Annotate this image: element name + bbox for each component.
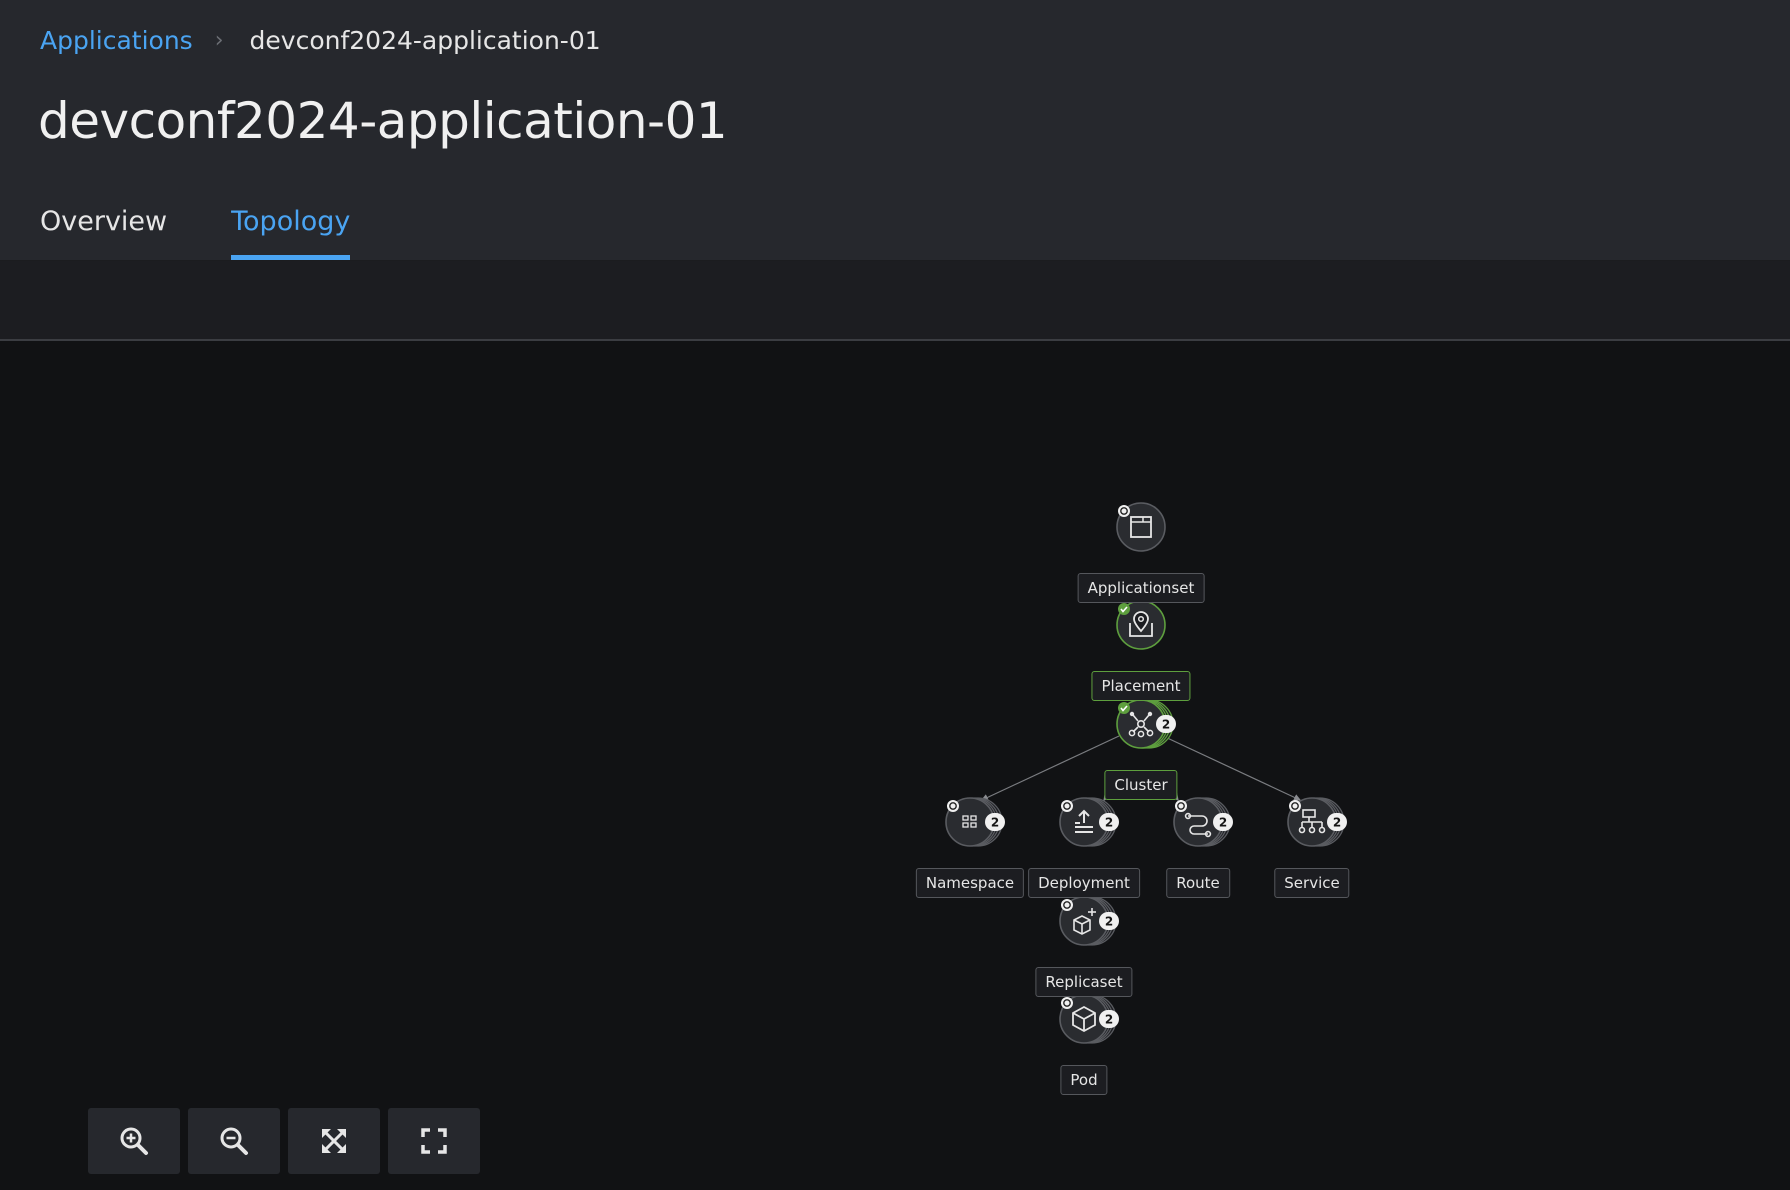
chevron-right-icon: › bbox=[214, 27, 224, 53]
node-count: 2 bbox=[1105, 816, 1113, 830]
node-label-replicaset[interactable]: Replicaset bbox=[1035, 967, 1133, 997]
node-count: 2 bbox=[1333, 816, 1341, 830]
fit-to-screen-button[interactable] bbox=[288, 1108, 380, 1174]
topology-graph: 2 2 2 2 2 2 2 bbox=[945, 502, 1347, 1044]
status-unknown-icon bbox=[1061, 899, 1073, 911]
topology-node-namespace[interactable]: 2 bbox=[945, 797, 1005, 847]
topology-node-cluster[interactable]: 2 bbox=[1116, 699, 1176, 749]
edge-cluster-namespace bbox=[980, 735, 1120, 801]
status-unknown-icon bbox=[1061, 997, 1073, 1009]
status-unknown-icon bbox=[1118, 505, 1130, 517]
fit-to-screen-icon bbox=[322, 1129, 346, 1153]
breadcrumb: Applications › devconf2024-application-0… bbox=[40, 20, 601, 60]
tab-bar: Overview Topology bbox=[40, 196, 351, 260]
topology-node-placement[interactable] bbox=[1116, 600, 1166, 650]
topology-node-applicationset[interactable] bbox=[1116, 502, 1166, 552]
tab-overview[interactable]: Overview bbox=[40, 196, 167, 260]
zoom-out-icon bbox=[220, 1127, 248, 1155]
breadcrumb-applications-link[interactable]: Applications bbox=[40, 26, 193, 55]
topology-controls bbox=[88, 1108, 480, 1174]
node-count-badge: 2 bbox=[1099, 912, 1119, 930]
breadcrumb-current: devconf2024-application-01 bbox=[249, 25, 601, 55]
expand-icon bbox=[421, 1128, 447, 1154]
node-label-route[interactable]: Route bbox=[1166, 868, 1230, 898]
node-count: 2 bbox=[991, 816, 999, 830]
zoom-in-icon bbox=[120, 1127, 148, 1155]
topology-node-replicaset[interactable]: 2 bbox=[1059, 896, 1119, 946]
node-count-badge: 2 bbox=[1156, 715, 1176, 733]
node-count-badge: 2 bbox=[1327, 813, 1347, 831]
status-ok-icon bbox=[1118, 603, 1130, 615]
node-count-badge: 2 bbox=[1099, 813, 1119, 831]
node-label-pod[interactable]: Pod bbox=[1060, 1065, 1108, 1095]
node-label-service[interactable]: Service bbox=[1274, 868, 1350, 898]
node-count: 2 bbox=[1162, 718, 1170, 732]
topology-node-deployment[interactable]: 2 bbox=[1059, 797, 1119, 847]
zoom-out-button[interactable] bbox=[188, 1108, 280, 1174]
node-label-namespace[interactable]: Namespace bbox=[915, 868, 1025, 898]
node-count-badge: 2 bbox=[985, 813, 1005, 831]
topology-node-service[interactable]: 2 bbox=[1287, 797, 1347, 847]
node-count: 2 bbox=[1105, 915, 1113, 929]
topology-node-pod[interactable]: 2 bbox=[1059, 994, 1119, 1044]
status-unknown-icon bbox=[1289, 800, 1301, 812]
topology-canvas[interactable]: 2 2 2 2 2 2 2 Applicationset Placement Cluster Na… bbox=[0, 341, 1790, 1190]
page-header: Applications › devconf2024-application-0… bbox=[0, 0, 1790, 261]
node-count-badge: 2 bbox=[1213, 813, 1233, 831]
status-unknown-icon bbox=[947, 800, 959, 812]
node-count: 2 bbox=[1219, 816, 1227, 830]
page-title: devconf2024-application-01 bbox=[38, 92, 728, 150]
status-unknown-icon bbox=[1061, 800, 1073, 812]
tab-topology[interactable]: Topology bbox=[231, 196, 351, 260]
node-count: 2 bbox=[1105, 1013, 1113, 1027]
expand-button[interactable] bbox=[388, 1108, 480, 1174]
status-ok-icon bbox=[1118, 702, 1130, 714]
node-label-applicationset[interactable]: Applicationset bbox=[1077, 573, 1205, 603]
node-label-deployment[interactable]: Deployment bbox=[1028, 868, 1140, 898]
node-label-placement[interactable]: Placement bbox=[1091, 671, 1191, 701]
status-unknown-icon bbox=[1175, 800, 1187, 812]
zoom-in-button[interactable] bbox=[88, 1108, 180, 1174]
topology-toolbar bbox=[0, 261, 1790, 341]
topology-node-route[interactable]: 2 bbox=[1173, 797, 1233, 847]
node-label-cluster[interactable]: Cluster bbox=[1104, 770, 1178, 800]
edge-cluster-service bbox=[1162, 735, 1302, 801]
node-count-badge: 2 bbox=[1099, 1010, 1119, 1028]
